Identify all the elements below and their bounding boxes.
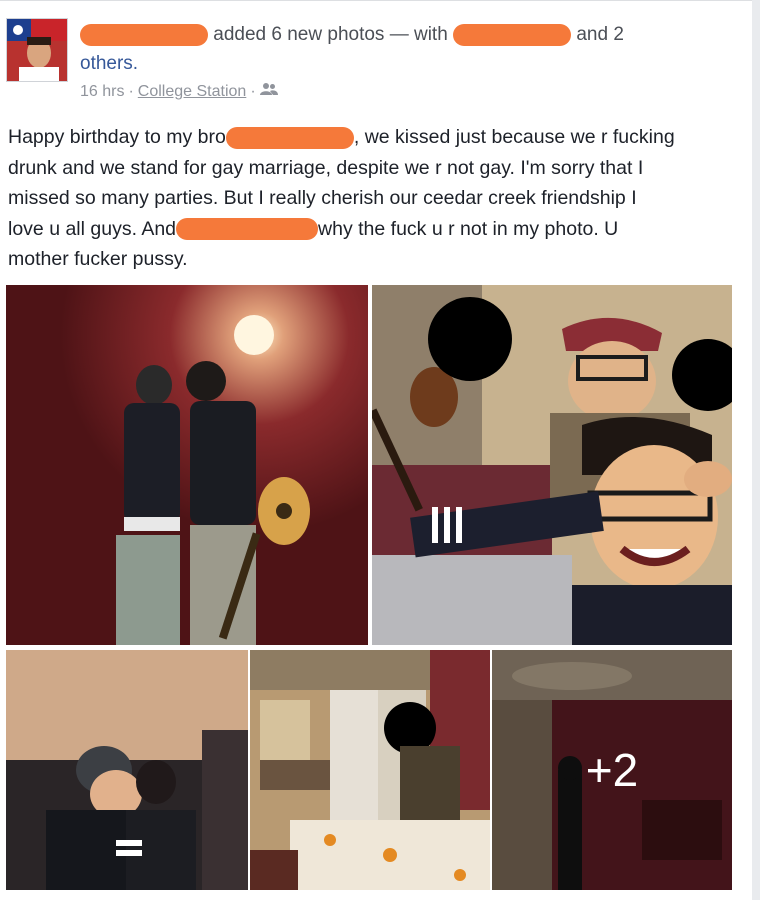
meta-separator-2: · — [250, 82, 256, 100]
redacted-mention — [225, 126, 354, 149]
meta-separator: · — [128, 82, 134, 100]
redacted-mention-2 — [176, 218, 319, 241]
body-line-2: drunk and we stand for gay marriage, des… — [8, 156, 644, 179]
author-avatar[interactable] — [6, 18, 68, 82]
photo-1[interactable] — [6, 285, 368, 645]
location-link[interactable]: College Station — [138, 83, 247, 101]
photo-5-more[interactable]: +2 — [492, 650, 732, 890]
redacted-tagged-name — [453, 23, 572, 46]
body-line-5: mother fucker pussy. — [8, 248, 188, 270]
more-photos-count[interactable]: +2 — [492, 650, 732, 890]
post-meta: 16 hrs · College Station · — [80, 82, 278, 101]
post-timestamp[interactable]: 16 hrs — [80, 83, 124, 101]
header-added-text: added 6 new photos — with — [213, 24, 448, 45]
page-scroll-edge — [752, 0, 760, 900]
header-and-text: and 2 — [576, 24, 624, 45]
body-line-3: missed so many parties. But I really che… — [8, 187, 637, 209]
body-line-4a: love u all guys. And — [8, 217, 177, 240]
post-header: added 6 new photos — with and 2 others. — [80, 20, 680, 78]
redacted-author-name — [80, 23, 208, 46]
avatar-image — [7, 19, 67, 81]
photo-4[interactable] — [250, 650, 490, 890]
body-line-4b: why the fuck u r not in my photo. U — [318, 217, 619, 240]
others-link[interactable]: others. — [80, 53, 138, 74]
friends-icon[interactable] — [259, 82, 278, 101]
body-line-1b: , we kissed just because we r fucking — [353, 126, 675, 148]
top-divider — [0, 0, 752, 1]
photo-3[interactable] — [6, 650, 248, 890]
photo-2[interactable] — [372, 285, 732, 645]
post-body: Happy birthday to my bro , we kissed just… — [8, 122, 728, 275]
body-line-1a: Happy birthday to my bro — [8, 126, 226, 148]
